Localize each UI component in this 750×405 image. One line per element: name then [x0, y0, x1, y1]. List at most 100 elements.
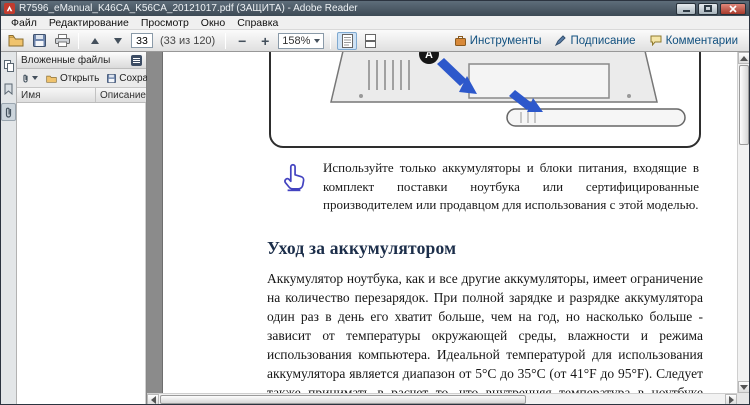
menu-file[interactable]: Файл — [5, 17, 43, 29]
sign-label: Подписание — [570, 34, 636, 47]
previous-page-icon — [91, 37, 99, 44]
save-floppy-icon — [107, 73, 117, 83]
attachments-panel-toolbar: Открыть Сохранить — [17, 69, 186, 88]
minimize-button[interactable] — [676, 2, 696, 15]
column-name[interactable]: Имя — [17, 88, 96, 102]
paperclip-icon — [5, 107, 12, 118]
battery-removal-figure: A — [269, 52, 701, 148]
horizontal-scrollbar-thumb[interactable] — [160, 395, 526, 404]
page-view-icon — [341, 33, 353, 48]
menu-edit[interactable]: Редактирование — [43, 17, 135, 29]
scroll-left-icon — [150, 395, 156, 404]
tools-label: Инструменты — [469, 34, 542, 47]
warning-note-text: Используйте только аккумуляторы и блоки … — [323, 160, 699, 212]
adobe-reader-window: R7596_eManual_K46CA_K56CA_20121017.pdf (… — [0, 0, 750, 405]
pen-icon — [555, 35, 567, 46]
page-count-label: (33 из 120) — [160, 34, 216, 47]
scroll-down-icon — [740, 384, 748, 390]
column-description[interactable]: Описание — [96, 90, 146, 101]
window-title: R7596_eManual_K46CA_K56CA_20121017.pdf (… — [19, 3, 358, 14]
zoom-level-select[interactable]: 158% — [278, 32, 325, 49]
zoom-out-button[interactable]: − — [232, 32, 252, 50]
print-button[interactable] — [52, 32, 72, 50]
scrolling-pages-icon — [364, 33, 376, 48]
open-file-button[interactable] — [6, 32, 26, 50]
attachments-panel: Вложенные файлы Открыть Сохранить Имя Оп… — [17, 52, 186, 404]
figure-callout-label: A — [425, 52, 433, 61]
menu-bar: Файл Редактирование Просмотр Окно Справк… — [1, 16, 749, 30]
bookmark-icon — [4, 83, 13, 95]
chevron-down-icon — [32, 76, 38, 80]
attachments-panel-title: Вложенные файлы — [21, 54, 111, 66]
minimize-icon — [682, 10, 690, 12]
open-folder-icon — [8, 35, 24, 47]
page-thumbnails-icon — [3, 60, 14, 72]
main-area: Вложенные файлы Открыть Сохранить Имя Оп… — [1, 52, 749, 404]
save-file-button[interactable] — [29, 32, 49, 50]
zoom-out-icon: − — [238, 32, 247, 49]
next-page-button[interactable] — [108, 32, 128, 50]
window-controls — [676, 2, 746, 15]
single-page-view-button[interactable] — [337, 31, 358, 50]
zoom-in-icon: + — [261, 32, 270, 49]
pdf-page: A Используйте только аккумуляторы и блок… — [163, 52, 737, 404]
toolbar-right-group: Инструменты Подписание Комментарии — [454, 34, 744, 47]
navigation-strip — [1, 52, 17, 404]
close-icon — [729, 4, 737, 13]
vertical-scrollbar-thumb[interactable] — [739, 65, 749, 145]
menu-help[interactable]: Справка — [231, 17, 284, 29]
tools-icon — [454, 36, 466, 46]
open-attachment-button[interactable]: Открыть — [44, 72, 101, 85]
horizontal-scrollbar[interactable] — [147, 393, 737, 404]
speech-bubble-icon — [650, 35, 662, 46]
printer-icon — [54, 34, 70, 47]
scrolling-view-button[interactable] — [360, 32, 380, 50]
menu-window[interactable]: Окно — [195, 17, 231, 29]
attachments-panel-header: Вложенные файлы — [17, 52, 146, 69]
panel-options-icon[interactable] — [131, 54, 142, 66]
attachments-empty-list — [17, 103, 146, 404]
toolbar-separator — [330, 32, 332, 49]
scroll-left-button[interactable] — [147, 394, 159, 404]
menu-view[interactable]: Просмотр — [135, 17, 195, 29]
section-heading: Уход за аккумулятором — [267, 238, 457, 258]
next-page-icon — [114, 37, 122, 44]
comments-panel-button[interactable]: Комментарии — [650, 35, 738, 47]
sign-panel-button[interactable]: Подписание — [555, 34, 636, 47]
previous-page-button[interactable] — [85, 32, 105, 50]
maximize-button[interactable] — [698, 2, 718, 15]
scroll-up-button[interactable] — [738, 52, 749, 64]
zoom-in-button[interactable]: + — [255, 32, 275, 50]
comments-label: Комментарии — [665, 34, 738, 47]
titlebar: R7596_eManual_K46CA_K56CA_20121017.pdf (… — [1, 1, 749, 16]
paperclip-small-icon — [23, 74, 28, 82]
adobe-reader-app-icon — [4, 3, 15, 14]
zoom-level-value: 158% — [282, 34, 311, 47]
save-floppy-icon — [32, 34, 46, 47]
open-attachment-label: Открыть — [60, 72, 100, 84]
body-paragraph: Аккумулятор ноутбука, как и все другие а… — [267, 271, 703, 400]
toolbar-separator — [78, 32, 79, 49]
warning-note: Используйте только аккумуляторы и блоки … — [279, 159, 703, 215]
vertical-scrollbar[interactable] — [737, 52, 749, 393]
toolbar-separator — [225, 32, 227, 49]
scroll-up-icon — [740, 55, 748, 61]
scroll-right-button[interactable] — [725, 394, 737, 404]
bookmarks-button[interactable] — [1, 80, 16, 98]
chevron-down-icon — [314, 38, 321, 43]
attachments-button[interactable] — [1, 103, 16, 121]
document-viewport: A Используйте только аккумуляторы и блок… — [147, 52, 749, 404]
scroll-down-button[interactable] — [738, 381, 749, 393]
scrollbar-corner — [737, 393, 749, 404]
attachment-type-menu[interactable] — [20, 72, 40, 85]
close-button[interactable] — [720, 2, 746, 15]
tools-panel-button[interactable]: Инструменты — [454, 34, 542, 47]
warning-hand-icon — [279, 159, 311, 215]
page-number-input[interactable] — [131, 33, 153, 48]
page-thumbnails-button[interactable] — [1, 57, 16, 75]
scroll-right-icon — [728, 395, 734, 404]
maximize-icon — [704, 5, 712, 12]
attachments-column-headers: Имя Описание — [17, 88, 146, 103]
main-toolbar: (33 из 120) − + 158% Инструменты Подписа… — [1, 30, 749, 52]
open-folder-icon — [46, 75, 57, 83]
